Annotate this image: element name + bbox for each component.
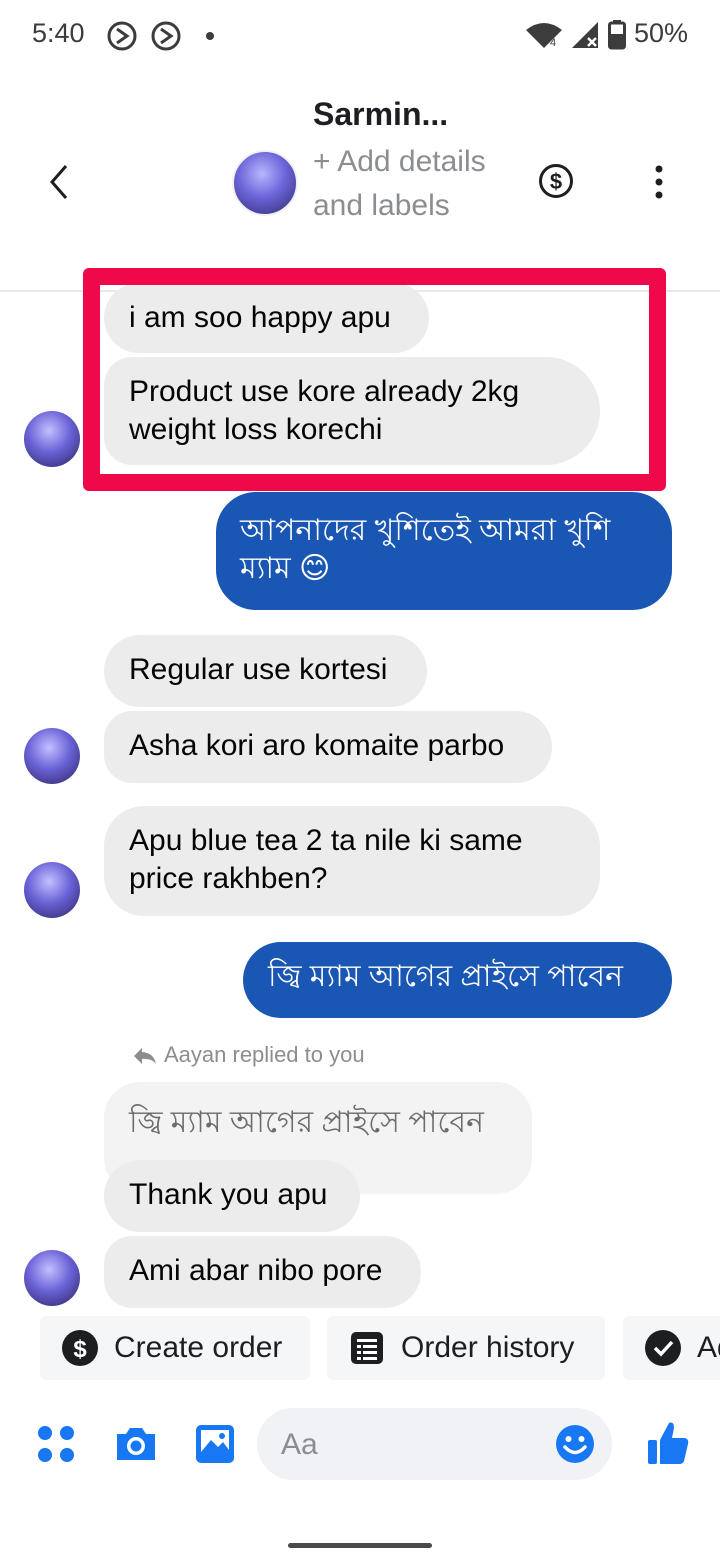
message-bubble-incoming[interactable]: Ami abar nibo pore — [104, 1236, 421, 1308]
svg-text:4: 4 — [550, 37, 556, 49]
home-indicator[interactable] — [288, 1543, 432, 1548]
notification-dot-icon — [206, 32, 214, 40]
message-bubble-incoming[interactable]: Apu blue tea 2 ta nile ki same price rak… — [104, 806, 600, 916]
add-label-text: Ad — [697, 1331, 720, 1364]
sender-avatar[interactable] — [24, 862, 80, 918]
battery-percent: 50% — [634, 18, 689, 48]
highlight-box — [83, 268, 666, 491]
message-input[interactable] — [279, 1408, 543, 1482]
message-bubble-incoming[interactable]: Asha kori aro komaite parbo — [104, 711, 552, 783]
message-bubble-outgoing[interactable]: আপনাদের খুশিতেই আমরা খুশি ম্যাম 😊 — [216, 492, 672, 610]
apps-icon[interactable] — [36, 1424, 76, 1464]
sender-avatar[interactable] — [24, 1250, 80, 1306]
receipt-icon — [351, 1332, 383, 1364]
reply-label: Aayan replied to you — [164, 1042, 365, 1067]
signal-icon — [572, 22, 598, 48]
thumbs-up-icon[interactable] — [646, 1420, 690, 1466]
create-order-label: Create order — [114, 1331, 283, 1364]
more-options-button[interactable] — [648, 164, 670, 200]
gallery-icon[interactable] — [194, 1423, 236, 1465]
reply-arrow-icon — [134, 1048, 156, 1064]
payment-button[interactable]: $ — [538, 163, 574, 199]
status-time: 5:40 — [32, 18, 85, 48]
svg-text:$: $ — [550, 169, 562, 194]
camera-icon[interactable] — [113, 1424, 159, 1464]
message-bubble-outgoing[interactable]: জ্বি ম্যাম আগের প্রাইসে পাবেন — [243, 942, 672, 1018]
message-bubble-incoming[interactable]: Thank you apu — [104, 1160, 360, 1232]
back-button[interactable] — [40, 160, 80, 204]
sender-avatar[interactable] — [24, 728, 80, 784]
order-history-label: Order history — [401, 1331, 575, 1364]
svg-text:$: $ — [73, 1336, 87, 1363]
add-label-button[interactable]: Ad — [623, 1316, 720, 1380]
message-bubble-incoming[interactable]: Regular use kortesi — [104, 635, 427, 707]
add-details-link[interactable]: + Add details and labels — [313, 140, 503, 228]
dollar-circle-icon: $ — [62, 1330, 98, 1366]
contact-name[interactable]: Sarmin... — [313, 96, 448, 133]
create-order-button[interactable]: $ Create order — [40, 1316, 310, 1380]
wifi-icon: 4 — [526, 23, 562, 49]
sender-avatar[interactable] — [24, 411, 80, 467]
contact-avatar[interactable] — [232, 150, 298, 216]
emoji-icon[interactable] — [555, 1424, 595, 1464]
playback-icon — [107, 21, 137, 51]
message-field[interactable] — [257, 1408, 612, 1482]
order-history-button[interactable]: Order history — [327, 1316, 605, 1380]
battery-icon — [608, 20, 626, 50]
check-circle-icon — [645, 1330, 681, 1366]
playback-icon — [151, 21, 181, 51]
